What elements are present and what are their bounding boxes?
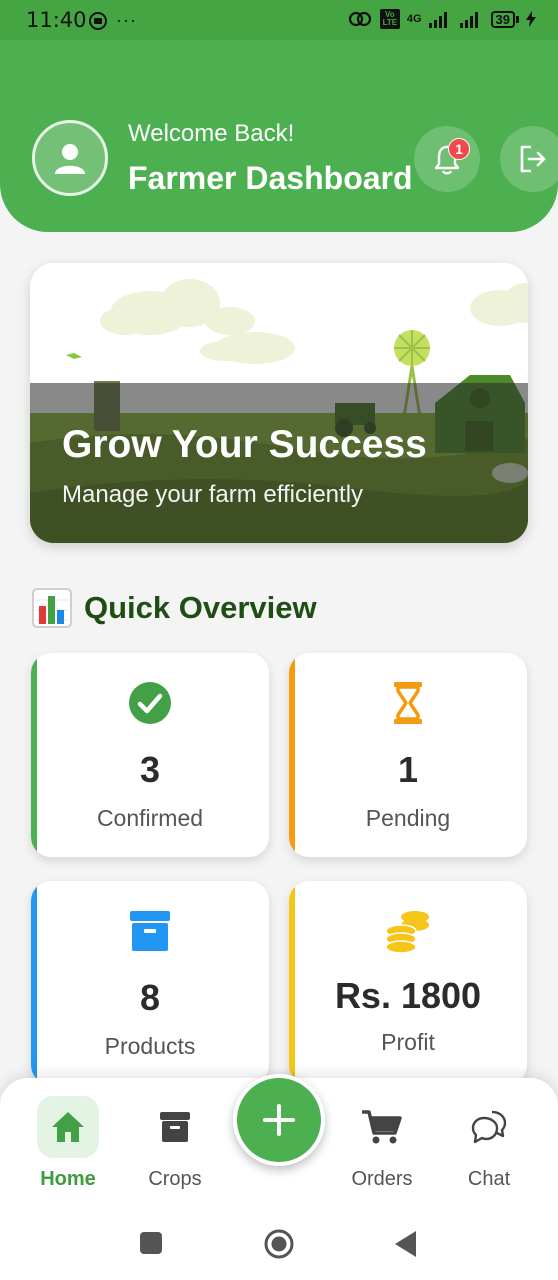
logout-button[interactable] bbox=[500, 126, 558, 192]
banner-title: Grow Your Success bbox=[62, 423, 427, 466]
nav-item-home[interactable]: Home bbox=[18, 1096, 118, 1191]
more-dots: ··· bbox=[116, 10, 137, 30]
stat-label: Pending bbox=[365, 805, 451, 831]
hero-banner[interactable]: Grow Your Success Manage your farm effic… bbox=[30, 263, 528, 543]
logout-icon bbox=[520, 145, 546, 173]
notification-badge: 1 bbox=[448, 138, 470, 160]
stat-card-products[interactable]: 8 Products bbox=[31, 881, 269, 1085]
volte-badge: Vo LTE bbox=[379, 9, 400, 29]
app-header: Welcome Back! Farmer Dashboard 1 bbox=[0, 40, 558, 232]
nav-item-crops[interactable]: Crops bbox=[125, 1096, 225, 1191]
status-bar: 11:40 ··· Vo LTE 4G 39 bbox=[0, 0, 558, 40]
archive-icon bbox=[160, 1112, 190, 1142]
nav-label: Crops bbox=[148, 1168, 202, 1190]
stat-card-profit[interactable]: Rs. 1800 Profit bbox=[289, 881, 527, 1085]
section-title: Quick Overview bbox=[32, 588, 317, 628]
charging-icon bbox=[526, 11, 536, 27]
welcome-text: Welcome Back! bbox=[128, 120, 295, 147]
coins-icon bbox=[385, 911, 429, 953]
link-icon bbox=[348, 11, 371, 27]
nav-item-orders[interactable]: Orders bbox=[332, 1096, 432, 1191]
status-time: 11:40 bbox=[26, 8, 87, 32]
add-button[interactable] bbox=[233, 1074, 325, 1166]
stat-value: Rs. 1800 bbox=[334, 975, 482, 1016]
stat-card-confirmed[interactable]: 3 Confirmed bbox=[31, 653, 269, 857]
nav-label: Chat bbox=[467, 1168, 511, 1190]
hourglass-icon bbox=[394, 682, 422, 724]
home-icon bbox=[52, 1112, 84, 1142]
avatar[interactable] bbox=[32, 120, 108, 196]
network-type: 4G bbox=[406, 13, 422, 25]
battery-icon: 39 bbox=[490, 10, 519, 28]
nav-label: Home bbox=[40, 1168, 96, 1190]
stat-value: 3 bbox=[139, 749, 161, 790]
notifications-button[interactable]: 1 bbox=[414, 126, 480, 192]
check-circle-icon bbox=[129, 682, 171, 724]
nav-label: Orders bbox=[351, 1168, 413, 1190]
stat-label: Profit bbox=[381, 1029, 435, 1055]
signal-icon-2 bbox=[459, 12, 478, 28]
home-system-button[interactable] bbox=[263, 1228, 295, 1260]
system-navigation-bar bbox=[0, 1208, 558, 1280]
stat-label: Products bbox=[104, 1033, 196, 1059]
section-title-text: Quick Overview bbox=[84, 590, 317, 625]
nav-item-chat[interactable]: Chat bbox=[439, 1096, 539, 1191]
back-button[interactable] bbox=[394, 1230, 418, 1258]
chat-bubbles-icon bbox=[471, 1110, 507, 1144]
stat-card-pending[interactable]: 1 Pending bbox=[289, 653, 527, 857]
stat-label: Confirmed bbox=[96, 805, 204, 831]
media-icon bbox=[89, 11, 107, 30]
stat-value: 1 bbox=[397, 749, 419, 790]
stat-value: 8 bbox=[139, 977, 161, 1018]
banner-subtitle: Manage your farm efficiently bbox=[62, 481, 364, 508]
cart-icon bbox=[362, 1110, 402, 1144]
bar-chart-icon bbox=[32, 588, 72, 628]
page-title: Farmer Dashboard bbox=[128, 160, 413, 196]
signal-icon bbox=[428, 12, 447, 28]
plus-icon bbox=[263, 1104, 295, 1136]
recents-button[interactable] bbox=[140, 1232, 162, 1254]
user-icon bbox=[55, 144, 85, 174]
archive-box-icon bbox=[130, 911, 170, 951]
